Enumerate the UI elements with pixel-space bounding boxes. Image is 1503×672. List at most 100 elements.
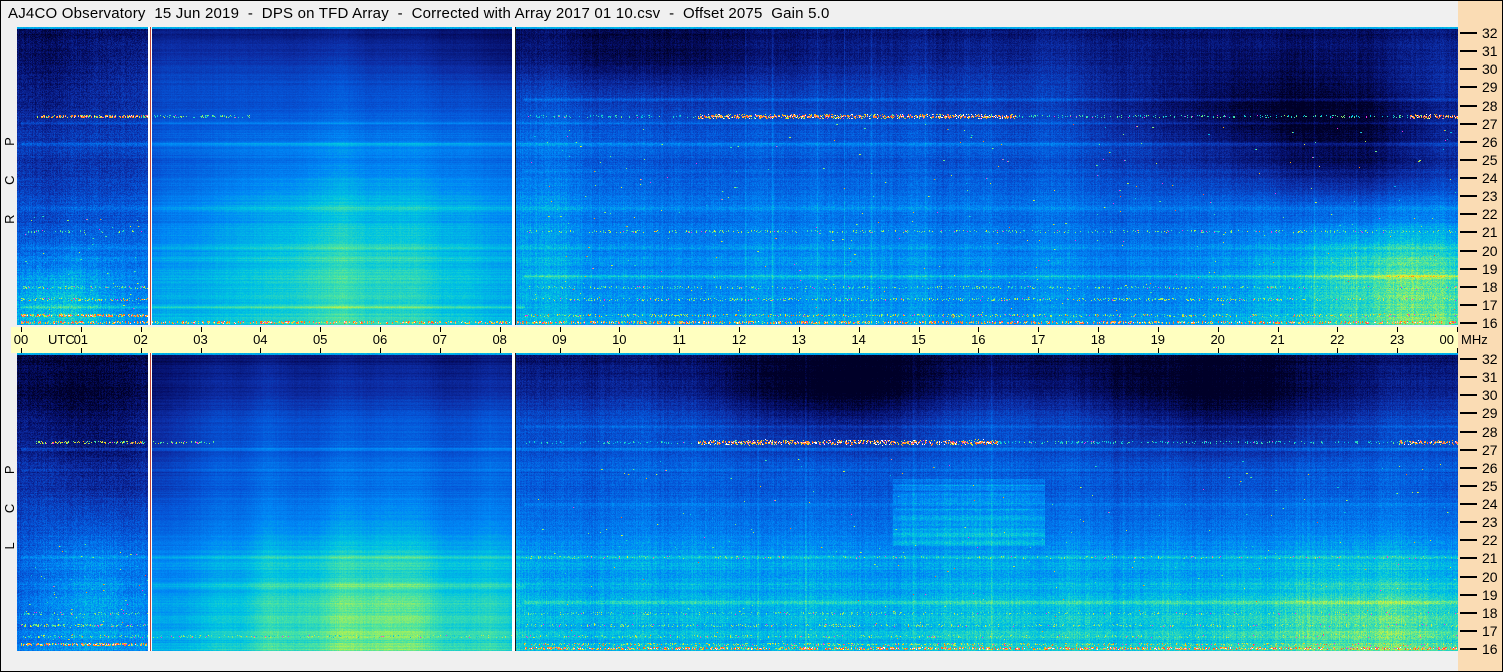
freq-tick [1460,86,1477,89]
hour-label: 20 [1210,332,1225,347]
freq-label: 16 [1482,641,1498,657]
freq-label: 17 [1482,622,1498,639]
hour-tick [320,348,322,353]
freq-tick [1460,575,1477,578]
freq-tick [1460,394,1477,397]
hour-tick [200,348,202,353]
hour-tick [978,348,980,353]
hour-tick [619,348,621,353]
hour-tick [1397,348,1399,353]
hour-label: 21 [1270,332,1285,347]
freq-label: 21 [1482,224,1498,241]
hour-tick [1157,348,1159,353]
freq-label: 29 [1482,405,1498,422]
hour-label: 09 [552,332,567,347]
hour-tick [1337,348,1339,353]
freq-label: 20 [1482,568,1498,585]
freq-tick [1460,140,1477,143]
freq-tick [1460,177,1477,179]
utc-label: UTC [48,332,75,347]
freq-label: 22 [1482,532,1498,549]
hour-label: 16 [971,332,986,347]
freq-label: 23 [1482,188,1498,205]
freq-tick [1460,68,1477,71]
freq-tick [1460,158,1477,161]
freq-label: 31 [1482,43,1498,60]
freq-label: 31 [1482,369,1498,386]
hour-label: 08 [492,332,507,347]
freq-label: 26 [1482,459,1498,476]
freq-tick [1460,213,1477,216]
hour-label: 04 [253,332,268,347]
window-title: AJ4CO Observatory 15 Jun 2019 - DPS on T… [8,5,830,22]
freq-label: 30 [1482,387,1498,404]
freq-tick [1460,466,1477,469]
freq-tick [1460,249,1477,252]
hour-label: 00 [1439,332,1454,347]
freq-tick [1460,593,1477,596]
hour-tick [798,348,800,353]
hour-label: 17 [1030,332,1046,347]
freq-tick [1460,557,1477,560]
freq-label: 29 [1482,79,1498,96]
freq-label: 32 [1482,25,1498,41]
hour-label: 14 [851,332,866,347]
hour-label: 05 [312,332,328,347]
freq-tick [1460,521,1477,524]
hour-tick [918,348,920,353]
freq-tick [1460,231,1477,234]
hour-label: 15 [911,332,926,347]
hour-label: 07 [432,332,448,347]
freq-tick [1460,484,1477,487]
hour-tick [739,348,740,353]
freq-label: 27 [1482,115,1498,132]
spectrogram-lcp [17,353,1458,651]
hour-label: 12 [731,332,747,347]
hour-tick [140,348,142,353]
freq-label: 26 [1482,133,1498,150]
freq-label: 28 [1482,97,1498,114]
hour-tick [380,348,381,353]
freq-label: 18 [1482,604,1498,621]
hour-tick [1277,348,1279,353]
freq-label: 21 [1482,550,1498,567]
hour-label: 01 [73,332,89,347]
freq-label: 30 [1482,61,1498,78]
mhz-label: MHz [1461,332,1488,347]
freq-label: 19 [1482,586,1498,603]
freq-tick [1460,267,1477,270]
title-bar: AJ4CO Observatory 15 Jun 2019 - DPS on T… [1,1,1458,27]
hour-label: 06 [372,332,388,347]
freq-label: 18 [1482,278,1498,295]
freq-label: 25 [1482,477,1498,494]
hour-label: 13 [791,332,807,347]
hour-tick [1038,348,1040,353]
hour-label: 11 [672,332,686,347]
hour-tick [858,348,860,353]
hour-label: 00 [13,332,29,347]
hour-tick [559,348,561,353]
freq-label: 27 [1482,441,1498,458]
freq-tick [1460,285,1477,288]
freq-tick [1460,322,1477,324]
hour-tick [1217,348,1219,353]
freq-label: 20 [1482,242,1498,259]
freq-label: 19 [1482,260,1498,277]
freq-label: 24 [1482,170,1498,186]
freq-tick [1460,32,1477,34]
freq-tick [1460,412,1477,415]
freq-label: 23 [1482,514,1498,531]
hour-tick [1098,348,1099,353]
freq-label: 24 [1482,496,1498,512]
freq-tick [1460,104,1477,107]
hour-tick [21,348,22,353]
freq-label: 17 [1482,296,1498,313]
hour-label: 19 [1150,332,1166,347]
freq-label: 28 [1482,423,1498,440]
hour-label: 10 [612,332,627,347]
freq-label: 32 [1482,351,1498,367]
spectrogram-rcp [17,27,1458,325]
hour-tick [80,348,82,353]
freq-tick [1460,503,1477,505]
freq-tick [1460,611,1477,614]
